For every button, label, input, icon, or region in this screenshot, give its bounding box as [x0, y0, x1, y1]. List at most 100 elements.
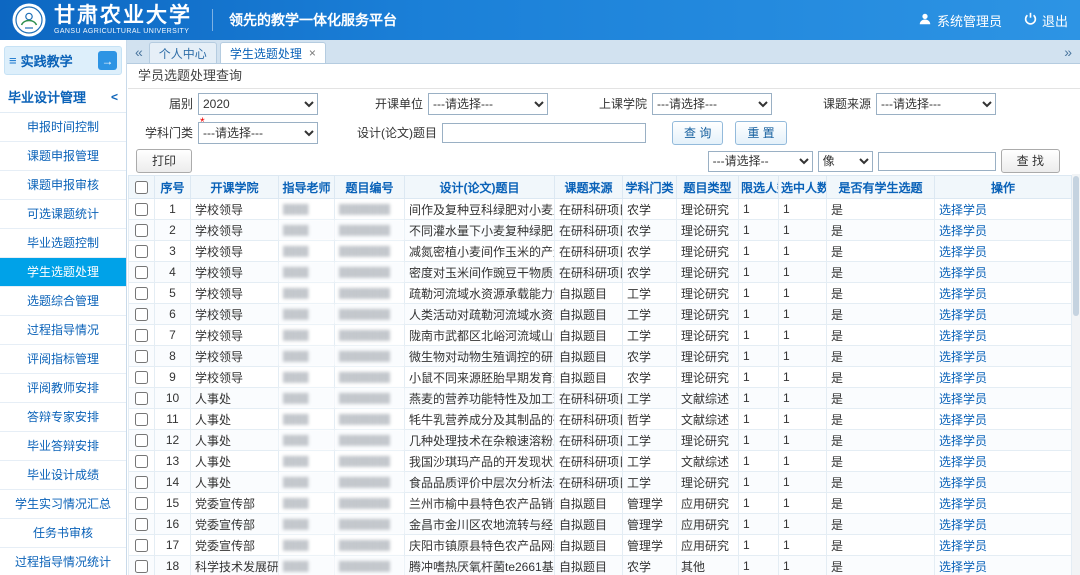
- row-checkbox[interactable]: [135, 518, 148, 531]
- find-button[interactable]: 查 找: [1001, 149, 1060, 173]
- cell-index: 1: [155, 199, 191, 220]
- cell-index: 13: [155, 451, 191, 472]
- cell-thesis-title: 陇南市武都区北峪河流域山洪泥石: [405, 325, 555, 346]
- select-student-link[interactable]: 选择学员: [939, 518, 987, 532]
- select-student-link[interactable]: 选择学员: [939, 497, 987, 511]
- class-year-select[interactable]: 2020: [198, 93, 318, 115]
- sidebar-section-graduation-design[interactable]: 毕业设计管理 <: [0, 82, 126, 113]
- row-checkbox[interactable]: [135, 497, 148, 510]
- tab-scroll-left-button[interactable]: «: [131, 45, 147, 59]
- row-checkbox[interactable]: [135, 224, 148, 237]
- select-student-link[interactable]: 选择学员: [939, 476, 987, 490]
- cell-college: 学校领导: [191, 367, 279, 388]
- sidebar-item[interactable]: 选题综合管理: [0, 287, 126, 316]
- column-header: 课题来源: [555, 176, 623, 199]
- cell-topic-no: ████████: [335, 556, 405, 575]
- reset-button[interactable]: 重 置: [735, 121, 786, 145]
- row-checkbox[interactable]: [135, 560, 148, 573]
- sidebar-item[interactable]: 评阅教师安排: [0, 374, 126, 403]
- quick-find-input[interactable]: [878, 152, 996, 171]
- college-select[interactable]: ---请选择---: [652, 93, 772, 115]
- cell-has-selection: 是: [827, 430, 935, 451]
- row-checkbox-cell: [129, 367, 155, 388]
- sidebar-item[interactable]: 答辩专家安排: [0, 403, 126, 432]
- row-checkbox[interactable]: [135, 245, 148, 258]
- sidebar-item[interactable]: 课题申报审核: [0, 171, 126, 200]
- tab-close-icon[interactable]: ×: [309, 46, 316, 60]
- thesis-title-label: 设计(论文)题目: [332, 124, 442, 141]
- course-unit-select[interactable]: ---请选择---: [428, 93, 548, 115]
- vertical-scrollbar[interactable]: [1072, 174, 1080, 575]
- sidebar-item[interactable]: 毕业选题控制: [0, 229, 126, 258]
- select-student-link[interactable]: 选择学员: [939, 224, 987, 238]
- row-checkbox[interactable]: [135, 476, 148, 489]
- table-row: 8学校领导████████████微生物对动物生殖调控的研究进展自拟题目农学理论…: [129, 346, 1072, 367]
- row-checkbox[interactable]: [135, 329, 148, 342]
- sidebar-item[interactable]: 课题申报管理: [0, 142, 126, 171]
- row-checkbox[interactable]: [135, 413, 148, 426]
- sidebar-item[interactable]: 毕业设计成绩: [0, 461, 126, 490]
- sidebar-item[interactable]: 可选课题统计: [0, 200, 126, 229]
- search-button[interactable]: 查 询: [672, 121, 723, 145]
- discipline-select[interactable]: ---请选择---: [198, 122, 318, 144]
- select-student-link[interactable]: 选择学员: [939, 245, 987, 259]
- tab-scroll-right-button[interactable]: »: [1060, 45, 1076, 59]
- sidebar-item[interactable]: 学生实习情况汇总: [0, 490, 126, 519]
- thesis-title-input[interactable]: [442, 123, 646, 143]
- topic-source-select[interactable]: ---请选择---: [876, 93, 996, 115]
- module-forward-button[interactable]: →: [98, 51, 117, 70]
- cell-college: 人事处: [191, 409, 279, 430]
- quick-find-operator-select[interactable]: 像: [818, 151, 873, 172]
- cell-selected-count: 1: [779, 514, 827, 535]
- row-checkbox[interactable]: [135, 287, 148, 300]
- select-student-link[interactable]: 选择学员: [939, 329, 987, 343]
- select-student-link[interactable]: 选择学员: [939, 413, 987, 427]
- select-student-link[interactable]: 选择学员: [939, 539, 987, 553]
- logout-button[interactable]: 退出: [1024, 11, 1068, 30]
- select-student-link[interactable]: 选择学员: [939, 371, 987, 385]
- select-student-link[interactable]: 选择学员: [939, 287, 987, 301]
- sidebar-item[interactable]: 过程指导情况统计: [0, 548, 126, 575]
- sidebar-item[interactable]: 申报时间控制: [0, 113, 126, 142]
- row-checkbox[interactable]: [135, 203, 148, 216]
- cell-operation: 选择学员: [935, 283, 1072, 304]
- select-student-link[interactable]: 选择学员: [939, 434, 987, 448]
- select-student-link[interactable]: 选择学员: [939, 308, 987, 322]
- row-checkbox[interactable]: [135, 434, 148, 447]
- tab[interactable]: 个人中心: [149, 42, 217, 63]
- select-student-link[interactable]: 选择学员: [939, 266, 987, 280]
- row-checkbox[interactable]: [135, 392, 148, 405]
- sidebar-item-active[interactable]: 学生选题处理: [0, 258, 126, 287]
- select-student-link[interactable]: 选择学员: [939, 350, 987, 364]
- row-checkbox[interactable]: [135, 455, 148, 468]
- scrollbar-thumb[interactable]: [1073, 176, 1079, 316]
- row-checkbox[interactable]: [135, 266, 148, 279]
- row-checkbox[interactable]: [135, 350, 148, 363]
- select-student-link[interactable]: 选择学员: [939, 392, 987, 406]
- table-row: 10人事处████████████燕麦的营养功能特性及加工现状研在研科研项目工学…: [129, 388, 1072, 409]
- cell-source: 在研科研项目: [555, 472, 623, 493]
- sidebar-item[interactable]: 过程指导情况: [0, 316, 126, 345]
- cell-has-selection: 是: [827, 388, 935, 409]
- row-checkbox[interactable]: [135, 371, 148, 384]
- column-header: 指导老师: [279, 176, 335, 199]
- cell-topic-type: 应用研究: [677, 535, 739, 556]
- sidebar-item[interactable]: 毕业答辩安排: [0, 432, 126, 461]
- sidebar-item[interactable]: 评阅指标管理: [0, 345, 126, 374]
- select-all-checkbox[interactable]: [135, 181, 148, 194]
- cell-operation: 选择学员: [935, 451, 1072, 472]
- row-checkbox-cell: [129, 535, 155, 556]
- row-checkbox[interactable]: [135, 308, 148, 321]
- cell-source: 自拟题目: [555, 367, 623, 388]
- select-student-link[interactable]: 选择学员: [939, 560, 987, 574]
- print-button[interactable]: 打印: [136, 149, 192, 173]
- row-checkbox[interactable]: [135, 539, 148, 552]
- current-user[interactable]: 系统管理员: [918, 11, 1002, 30]
- cell-thesis-title: 食品品质评价中层次分析法和模糊: [405, 472, 555, 493]
- select-student-link[interactable]: 选择学员: [939, 203, 987, 217]
- quick-find-field-select[interactable]: ---请选择--: [708, 151, 813, 172]
- column-header: 选中人数: [779, 176, 827, 199]
- sidebar-item[interactable]: 任务书审核: [0, 519, 126, 548]
- select-student-link[interactable]: 选择学员: [939, 455, 987, 469]
- tab-active[interactable]: 学生选题处理×: [220, 42, 326, 63]
